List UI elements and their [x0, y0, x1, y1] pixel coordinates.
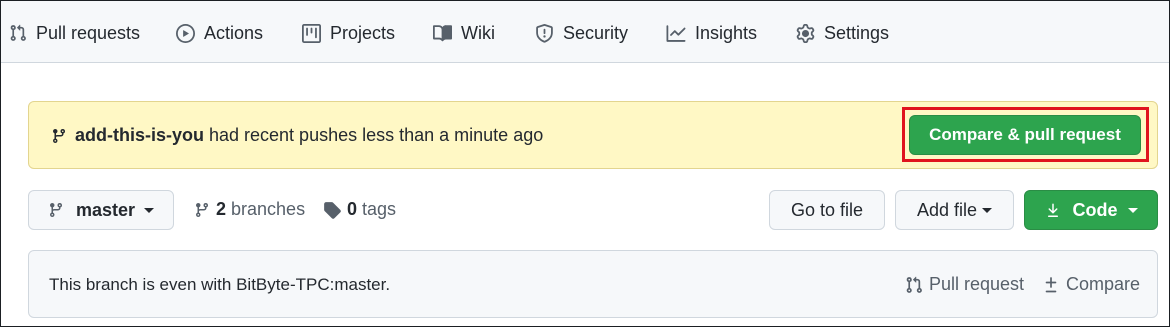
compare-link[interactable]: Compare	[1042, 274, 1140, 295]
tab-label: Settings	[824, 22, 890, 43]
shield-icon	[535, 23, 563, 43]
tab-projects[interactable]: Projects	[302, 19, 395, 47]
tab-wiki[interactable]: Wiki	[433, 19, 495, 47]
branch-select-label: master	[75, 199, 136, 220]
repo-nav: Pull requests Actions Projects Wiki Secu…	[1, 1, 1169, 63]
code-label: Code	[1072, 199, 1118, 220]
pull-request-label: Pull request	[929, 274, 1025, 294]
caret-down-icon	[144, 207, 155, 213]
branch-select-button[interactable]: master	[28, 190, 174, 230]
tab-label: Actions	[204, 22, 264, 43]
branch-icon	[194, 201, 216, 219]
compare-label: Compare	[1066, 274, 1141, 294]
branch-status-text: This branch is even with BitByte-TPC:mas…	[49, 275, 391, 294]
tags-label: tags	[362, 199, 397, 219]
compare-pull-request-button[interactable]: Compare & pull request	[909, 115, 1141, 155]
pull-request-icon	[905, 276, 929, 294]
diff-icon	[1042, 276, 1066, 294]
code-button[interactable]: Code	[1024, 190, 1158, 230]
go-to-file-button[interactable]: Go to file	[769, 190, 885, 230]
pull-request-icon	[9, 24, 36, 42]
book-icon	[433, 24, 461, 43]
tab-label: Insights	[695, 22, 758, 43]
tab-label: Wiki	[461, 22, 495, 43]
branch-status-box: This branch is even with BitByte-TPC:mas…	[28, 250, 1158, 318]
tag-icon	[323, 201, 347, 219]
branch-name-link[interactable]: add-this-is-you	[75, 125, 204, 146]
tab-security[interactable]: Security	[535, 19, 628, 47]
project-icon	[302, 23, 330, 43]
download-icon	[1045, 202, 1073, 219]
branch-icon	[48, 201, 76, 219]
tags-link[interactable]: 0 tags	[323, 199, 396, 220]
branches-count: 2	[216, 199, 227, 219]
gear-icon	[796, 23, 824, 43]
tab-settings[interactable]: Settings	[796, 19, 889, 47]
play-icon	[176, 23, 204, 43]
caret-down-icon	[982, 207, 993, 213]
tags-count: 0	[347, 199, 358, 219]
go-to-file-label: Go to file	[790, 199, 864, 220]
graph-icon	[666, 24, 695, 43]
add-file-label: Add file	[916, 199, 978, 220]
tab-label: Pull requests	[36, 22, 141, 43]
add-file-button[interactable]: Add file	[895, 190, 1014, 230]
tab-insights[interactable]: Insights	[666, 19, 757, 47]
branches-label: branches	[231, 199, 306, 219]
branches-link[interactable]: 2 branches	[194, 199, 305, 220]
push-message: had recent pushes less than a minute ago	[209, 125, 544, 145]
tab-label: Projects	[330, 22, 396, 43]
pull-request-link[interactable]: Pull request	[905, 274, 1024, 295]
caret-down-icon	[1127, 207, 1138, 213]
banner-message: add-this-is-you had recent pushes less t…	[51, 125, 543, 146]
tab-pull-requests[interactable]: Pull requests	[9, 19, 140, 47]
tab-label: Security	[563, 22, 629, 43]
branch-icon	[51, 127, 75, 145]
tab-actions[interactable]: Actions	[176, 19, 263, 47]
